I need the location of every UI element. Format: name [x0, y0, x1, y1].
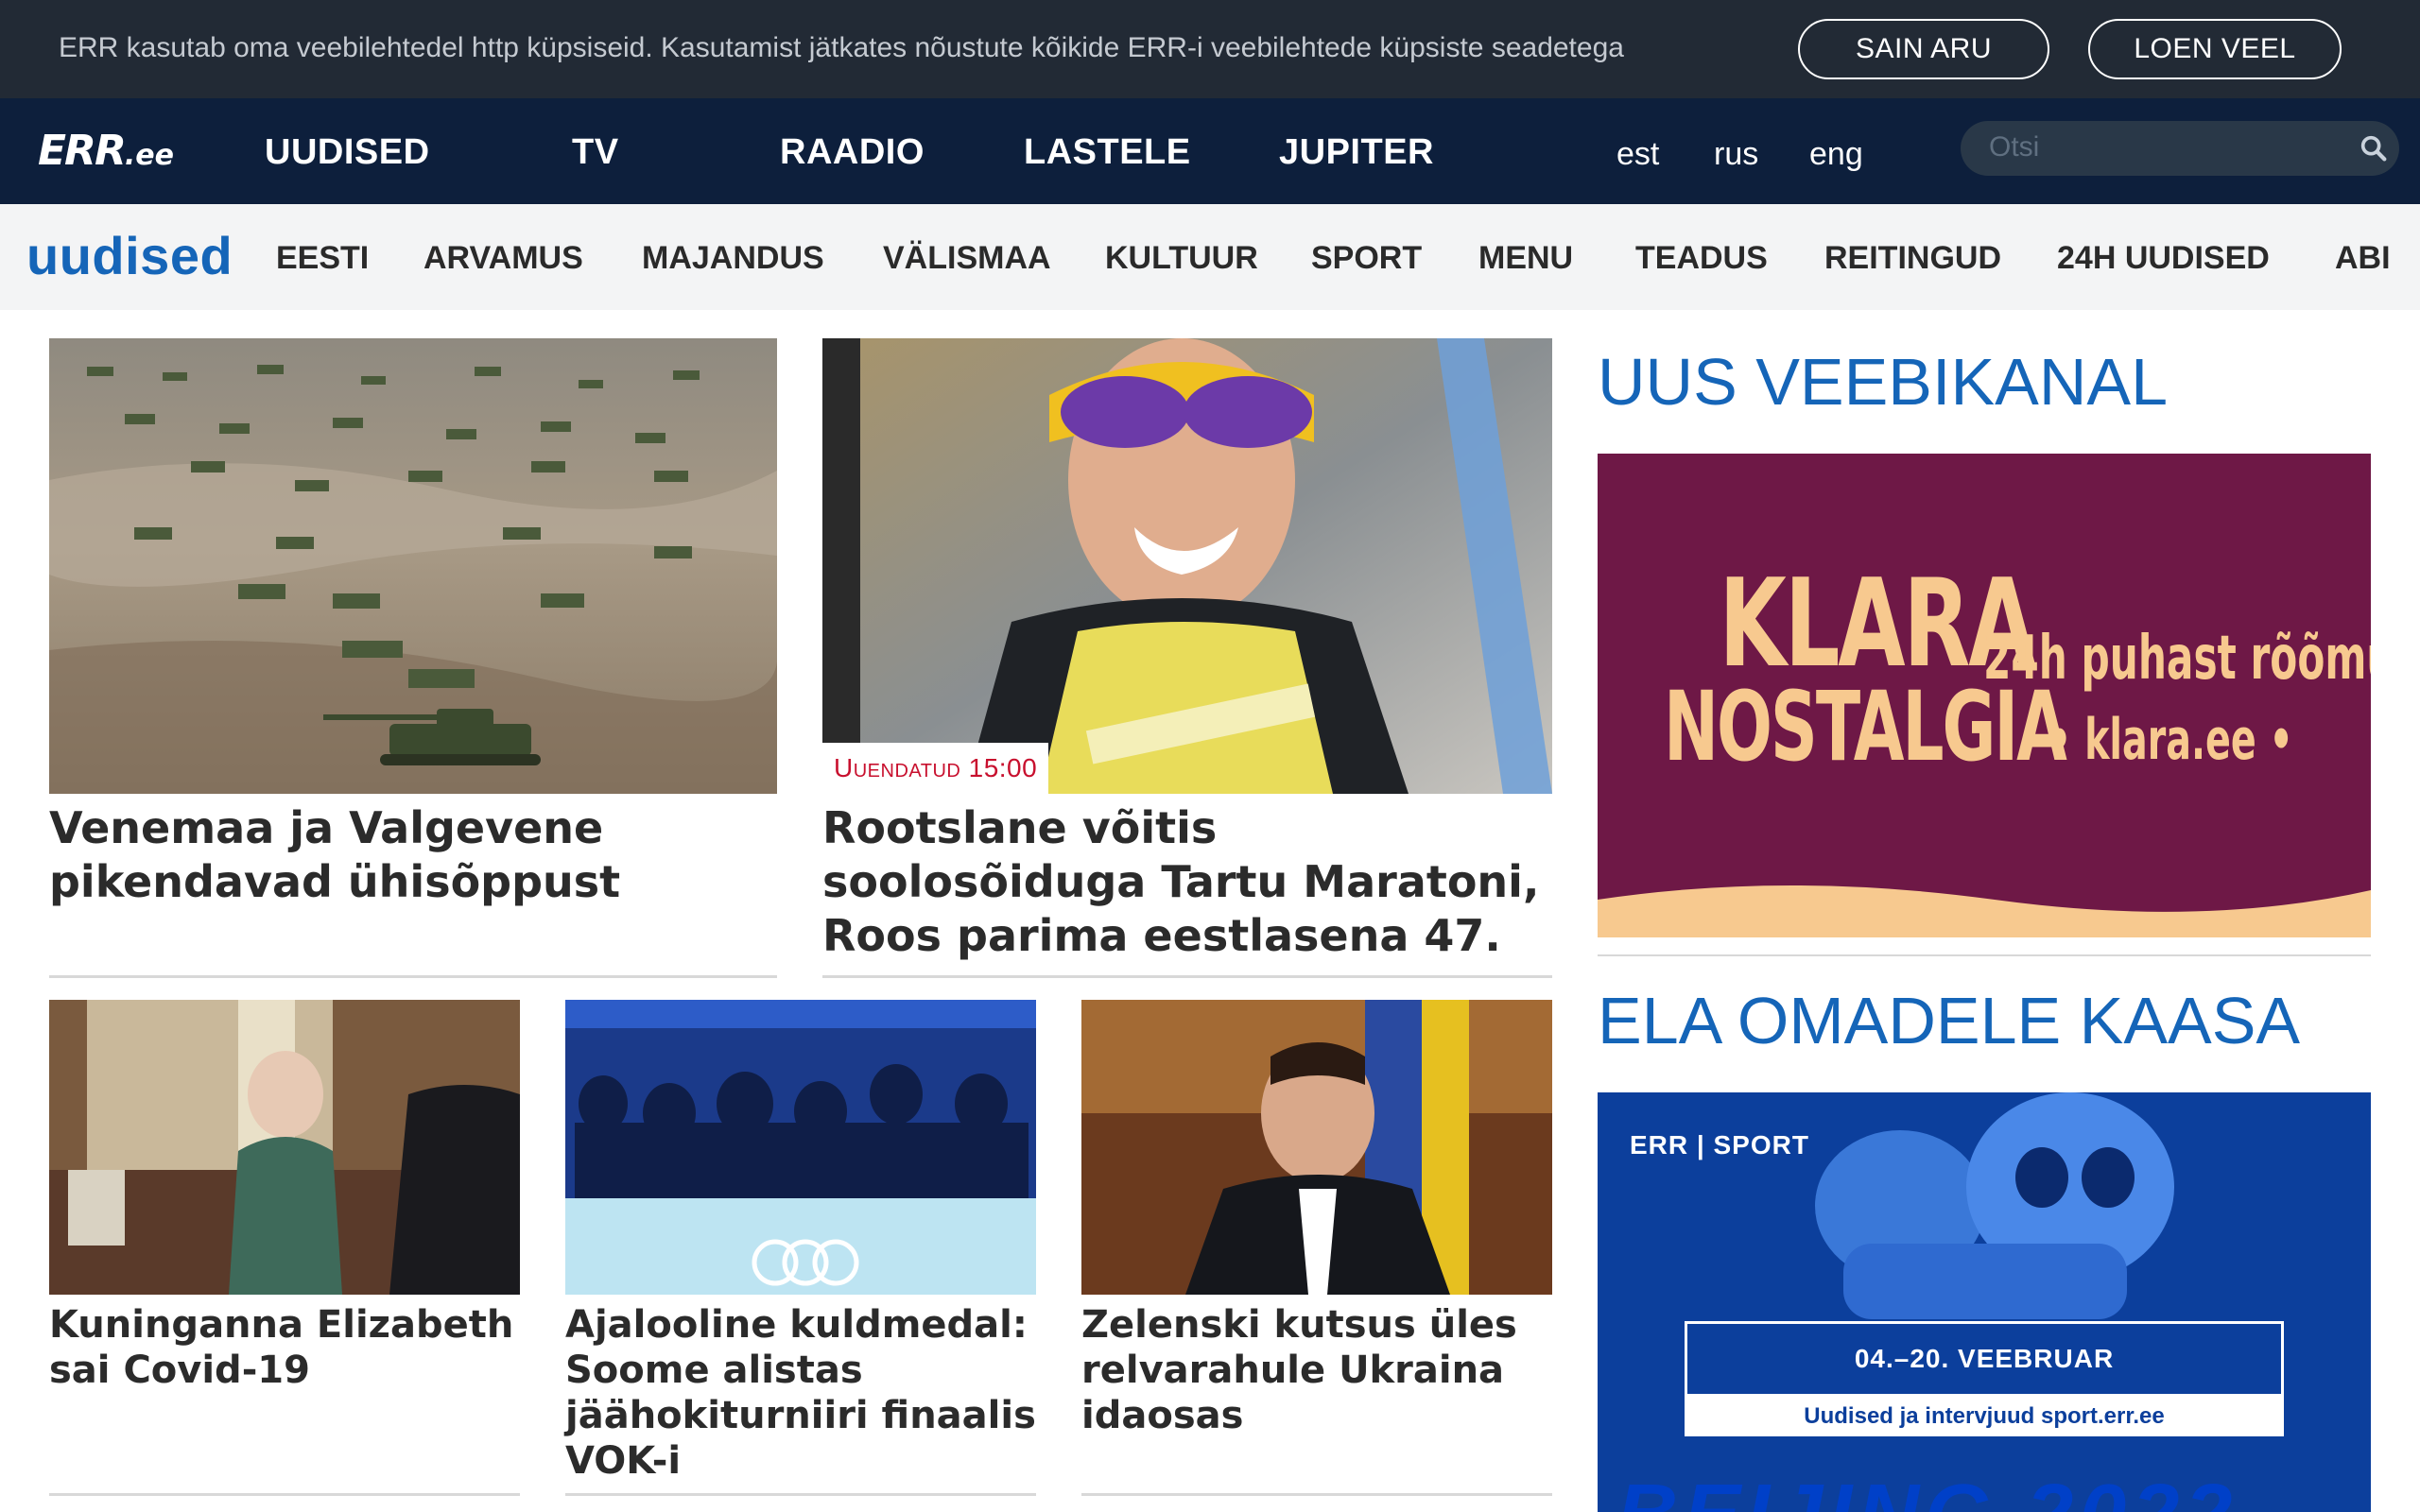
subnav-item-abi[interactable]: ABI	[2335, 240, 2391, 277]
banner-wave	[1598, 885, 2371, 937]
article-headline[interactable]: Venemaa ja Valgevene pikendavad ühisõppu…	[49, 801, 777, 909]
klara-url: • klara.ee •	[2048, 707, 2293, 773]
divider	[1598, 954, 2371, 956]
section-nav: uudised EESTI ARVAMUS MAJANDUS VÄLISMAA …	[0, 204, 2420, 310]
search-box	[1961, 121, 2399, 176]
sidebar-title-follow: ELA OMADELE KAASA	[1598, 984, 2301, 1057]
article-headline[interactable]: Kuninganna Elizabeth sai Covid-19	[49, 1302, 520, 1393]
cookie-read-more-button[interactable]: LOEN VEEL	[2088, 19, 2342, 79]
subnav-item-kultuur[interactable]: KULTUUR	[1105, 240, 1258, 277]
logo-mark: ERR	[38, 127, 127, 175]
olympics-dates: 04.–20. VEEBRUAR	[1685, 1321, 2284, 1397]
subnav-item-teadus[interactable]: TEADUS	[1635, 240, 1768, 277]
nav-item-jupiter[interactable]: JUPITER	[1279, 132, 1434, 173]
article-image-queen[interactable]	[49, 1000, 520, 1295]
article-image-tanks[interactable]	[49, 338, 777, 794]
cookie-banner: ERR kasutab oma veebilehtedel http küpsi…	[0, 0, 2420, 98]
nav-item-tv[interactable]: TV	[572, 132, 619, 173]
cookie-agree-button[interactable]: SAIN ARU	[1798, 19, 2049, 79]
subnav-item-eesti[interactable]: EESTI	[276, 240, 369, 277]
nav-item-raadio[interactable]: RAADIO	[780, 132, 925, 173]
klara-slogan: 24h puhast rõõmu!	[1983, 624, 2371, 694]
divider	[1081, 1493, 1552, 1496]
article-image-hockey[interactable]	[565, 1000, 1036, 1295]
err-sport-olympics-banner[interactable]: ERR | SPORT 04.–20. VEEBRUAR Uudised ja …	[1598, 1092, 2371, 1512]
divider	[49, 975, 777, 978]
divider	[822, 975, 1552, 978]
main-nav: ERR .ee UUDISED TV RAADIO LASTELE JUPITE…	[0, 98, 2420, 204]
lang-rus[interactable]: rus	[1714, 136, 1758, 173]
nav-item-lastele[interactable]: LASTELE	[1024, 132, 1191, 173]
subnav-item-majandus[interactable]: MAJANDUS	[642, 240, 824, 277]
subnav-item-menu[interactable]: MENU	[1478, 240, 1573, 277]
lang-eng[interactable]: eng	[1809, 136, 1863, 173]
subnav-item-24h-uudised[interactable]: 24H UUDISED	[2057, 240, 2270, 277]
klara-nostalgia-banner[interactable]: KLARA NOSTALGIA 24h puhast rõõmu! • klar…	[1598, 454, 2371, 937]
beijing-title: BEIJING 2022	[1616, 1467, 2238, 1512]
subnav-item-arvamus[interactable]: ARVAMUS	[424, 240, 583, 277]
logo-tld: .ee	[124, 139, 174, 172]
divider	[565, 1493, 1036, 1496]
article-headline[interactable]: Rootslane võitis soolosõiduga Tartu Mara…	[822, 801, 1552, 963]
section-title[interactable]: uudised	[26, 225, 233, 286]
search-icon[interactable]	[2358, 132, 2390, 164]
olympics-subtitle: Uudised ja intervjuud sport.err.ee	[1685, 1397, 2284, 1436]
article-image-zelensky[interactable]	[1081, 1000, 1552, 1295]
divider	[49, 1493, 520, 1496]
article-headline[interactable]: Zelenski kutsus üles relvarahule Ukraina…	[1081, 1302, 1552, 1438]
err-logo[interactable]: ERR .ee	[38, 127, 174, 178]
sidebar-title-new-channel: UUS VEEBIKANAL	[1598, 345, 2168, 419]
updated-badge: Uuendatud 15:00	[822, 743, 1049, 794]
subnav-item-reitingud[interactable]: REITINGUD	[1824, 240, 2001, 277]
subnav-item-sport[interactable]: SPORT	[1311, 240, 1422, 277]
search-input[interactable]	[1989, 130, 2329, 164]
err-sport-logo: ERR | SPORT	[1630, 1130, 1809, 1160]
article-image-skier[interactable]: Uuendatud 15:00	[822, 338, 1552, 794]
lang-est[interactable]: est	[1616, 136, 1659, 173]
nav-item-uudised[interactable]: UUDISED	[265, 132, 430, 173]
subnav-item-valismaa[interactable]: VÄLISMAA	[883, 240, 1051, 277]
cookie-text: ERR kasutab oma veebilehtedel http küpsi…	[59, 32, 1624, 63]
article-headline[interactable]: Ajalooline kuldmedal: Soome alistas jääh…	[565, 1302, 1036, 1484]
klara-name-line2: NOSTALGIA	[1664, 670, 2067, 783]
